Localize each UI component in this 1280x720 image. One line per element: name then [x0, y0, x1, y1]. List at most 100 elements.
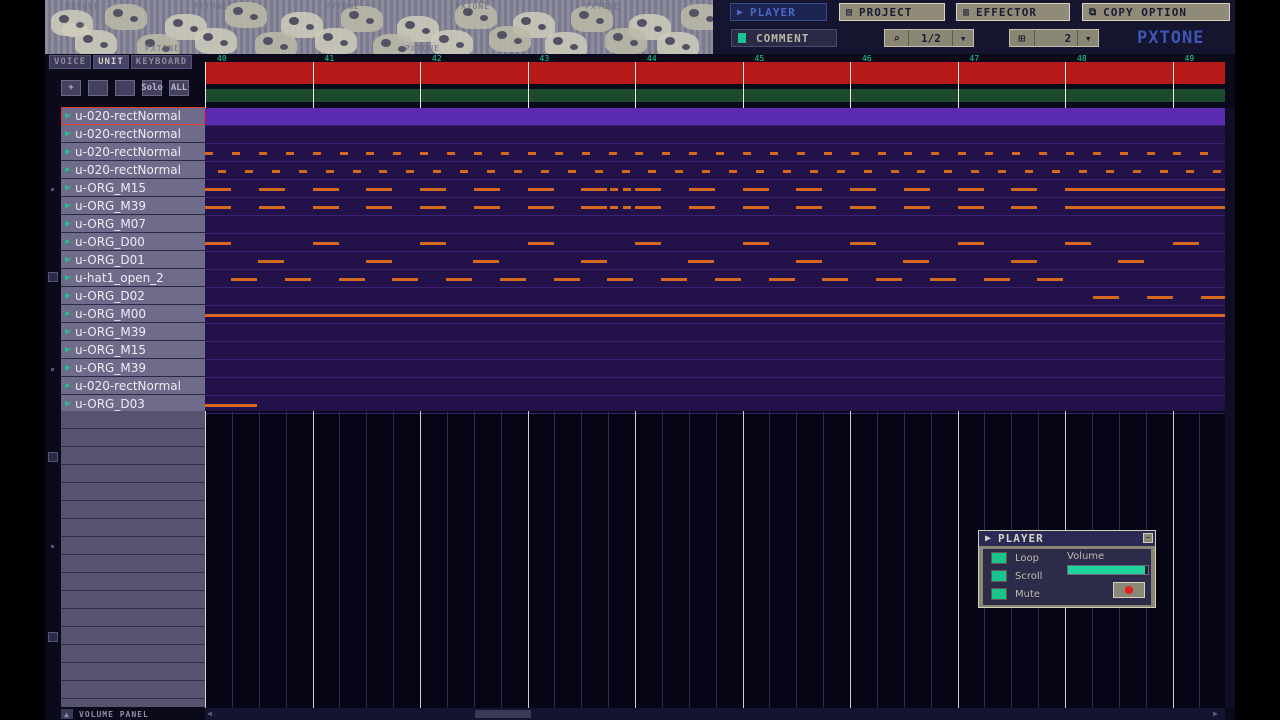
note-event[interactable]	[742, 188, 769, 191]
note-event[interactable]	[1200, 152, 1209, 155]
note-event[interactable]	[688, 188, 715, 191]
unit-item[interactable]: ▶ u-ORG_D02	[61, 287, 205, 305]
note-event[interactable]	[1172, 242, 1199, 245]
note-event[interactable]	[768, 278, 795, 281]
note-event[interactable]	[325, 170, 334, 173]
note-event[interactable]	[1038, 152, 1047, 155]
note-event[interactable]	[702, 170, 711, 173]
play-icon[interactable]: ▶	[61, 129, 75, 139]
note-event[interactable]	[850, 188, 876, 191]
note-event[interactable]	[420, 206, 446, 209]
unit-tool-button-3[interactable]	[115, 80, 135, 96]
unit-item[interactable]: ▶ u-ORG_M39	[61, 359, 205, 377]
unit-track-row[interactable]	[205, 216, 1225, 234]
note-event[interactable]	[850, 152, 859, 155]
note-event[interactable]	[904, 152, 913, 155]
note-event[interactable]	[499, 278, 526, 281]
play-icon[interactable]: ▶	[61, 273, 75, 283]
unit-track-row[interactable]	[205, 342, 1225, 360]
play-icon[interactable]: ▶	[61, 399, 75, 409]
note-event[interactable]	[258, 206, 285, 209]
project-tab-button[interactable]: ▤ PROJECT	[839, 3, 945, 21]
note-event[interactable]	[929, 278, 956, 281]
note-event[interactable]	[258, 188, 285, 191]
note-event[interactable]	[903, 260, 929, 263]
add-unit-button[interactable]: +	[61, 80, 81, 96]
unit-item[interactable]: ▶ u-hat1_open_2	[61, 269, 205, 287]
unit-item[interactable]: ▶ u-020-rectNormal	[61, 107, 205, 125]
ruler-green-band[interactable]	[205, 89, 1225, 102]
note-event[interactable]	[675, 170, 684, 173]
note-event[interactable]	[609, 188, 618, 191]
note-event[interactable]	[623, 188, 632, 191]
note-event[interactable]	[650, 206, 658, 209]
loop-checkbox[interactable]: Loop	[991, 550, 1039, 566]
note-event[interactable]	[796, 152, 805, 155]
solo-button[interactable]: Solo	[141, 80, 163, 96]
note-event[interactable]	[635, 242, 661, 245]
unit-item[interactable]: ▶ u-020-rectNormal	[61, 377, 205, 395]
note-event[interactable]	[957, 188, 984, 191]
note-event[interactable]	[339, 152, 348, 155]
note-event[interactable]	[205, 188, 231, 191]
note-event[interactable]	[285, 152, 294, 155]
note-event[interactable]	[205, 206, 231, 209]
play-icon[interactable]: ▶	[61, 237, 75, 247]
note-event[interactable]	[554, 152, 563, 155]
note-event[interactable]	[1093, 296, 1119, 299]
unit-item[interactable]: ▶ u-020-rectNormal	[61, 125, 205, 143]
gutter-marker[interactable]	[48, 452, 58, 462]
play-icon[interactable]: ▶	[61, 363, 75, 373]
unit-item[interactable]: ▶ u-ORG_D01	[61, 251, 205, 269]
horizontal-scrollbar[interactable]: ◀ ▶	[205, 708, 1225, 720]
note-event[interactable]	[540, 170, 549, 173]
note-event[interactable]	[621, 170, 630, 173]
unit-track-row[interactable]	[205, 288, 1225, 306]
note-event[interactable]	[607, 278, 634, 281]
note-event[interactable]	[527, 152, 536, 155]
play-icon[interactable]: ▶	[61, 381, 75, 391]
note-event[interactable]	[903, 206, 930, 209]
note-event[interactable]	[1159, 170, 1168, 173]
unit-item[interactable]: ▶ u-020-rectNormal	[61, 143, 205, 161]
note-event[interactable]	[1118, 260, 1144, 263]
note-event[interactable]	[796, 188, 823, 191]
note-event[interactable]	[473, 260, 499, 263]
note-event[interactable]	[661, 278, 687, 281]
note-event[interactable]	[689, 152, 698, 155]
note-event[interactable]	[527, 242, 554, 245]
note-event[interactable]	[1146, 296, 1173, 299]
note-event[interactable]	[258, 152, 267, 155]
note-event[interactable]	[795, 260, 822, 263]
note-event[interactable]	[1146, 152, 1155, 155]
note-event[interactable]	[473, 188, 500, 191]
note-event[interactable]	[836, 170, 845, 173]
play-icon[interactable]: ▶	[61, 165, 75, 175]
unit-item[interactable]: ▶ u-ORG_M39	[61, 197, 205, 215]
note-event[interactable]	[258, 260, 284, 263]
note-event[interactable]	[944, 170, 953, 173]
measure-ruler[interactable]: 40 41 42 43 44 45 46 47 48 49	[205, 54, 1225, 108]
note-event[interactable]	[609, 206, 618, 209]
chevron-down-icon[interactable]: ▾	[1078, 30, 1098, 46]
scroll-checkbox[interactable]: Scroll	[991, 568, 1042, 584]
division-control[interactable]: ⊞ 2 ▾	[1009, 29, 1099, 47]
note-event[interactable]	[863, 170, 872, 173]
note-event[interactable]	[338, 278, 365, 281]
note-event[interactable]	[205, 314, 1225, 317]
note-event[interactable]	[393, 152, 402, 155]
note-event[interactable]	[231, 152, 240, 155]
note-event[interactable]	[971, 170, 980, 173]
note-event[interactable]	[850, 242, 876, 245]
play-icon[interactable]: ▶	[61, 183, 75, 193]
note-event[interactable]	[623, 206, 632, 209]
unit-tool-button-2[interactable]	[88, 80, 108, 96]
note-event[interactable]	[958, 152, 967, 155]
note-event[interactable]	[271, 170, 280, 173]
play-icon[interactable]: ▶	[61, 111, 75, 121]
all-button[interactable]: ALL	[169, 80, 189, 96]
note-event[interactable]	[1213, 170, 1222, 173]
play-icon[interactable]: ▶	[61, 327, 75, 337]
note-event[interactable]	[998, 170, 1007, 173]
minimize-button[interactable]: −	[1143, 533, 1153, 543]
